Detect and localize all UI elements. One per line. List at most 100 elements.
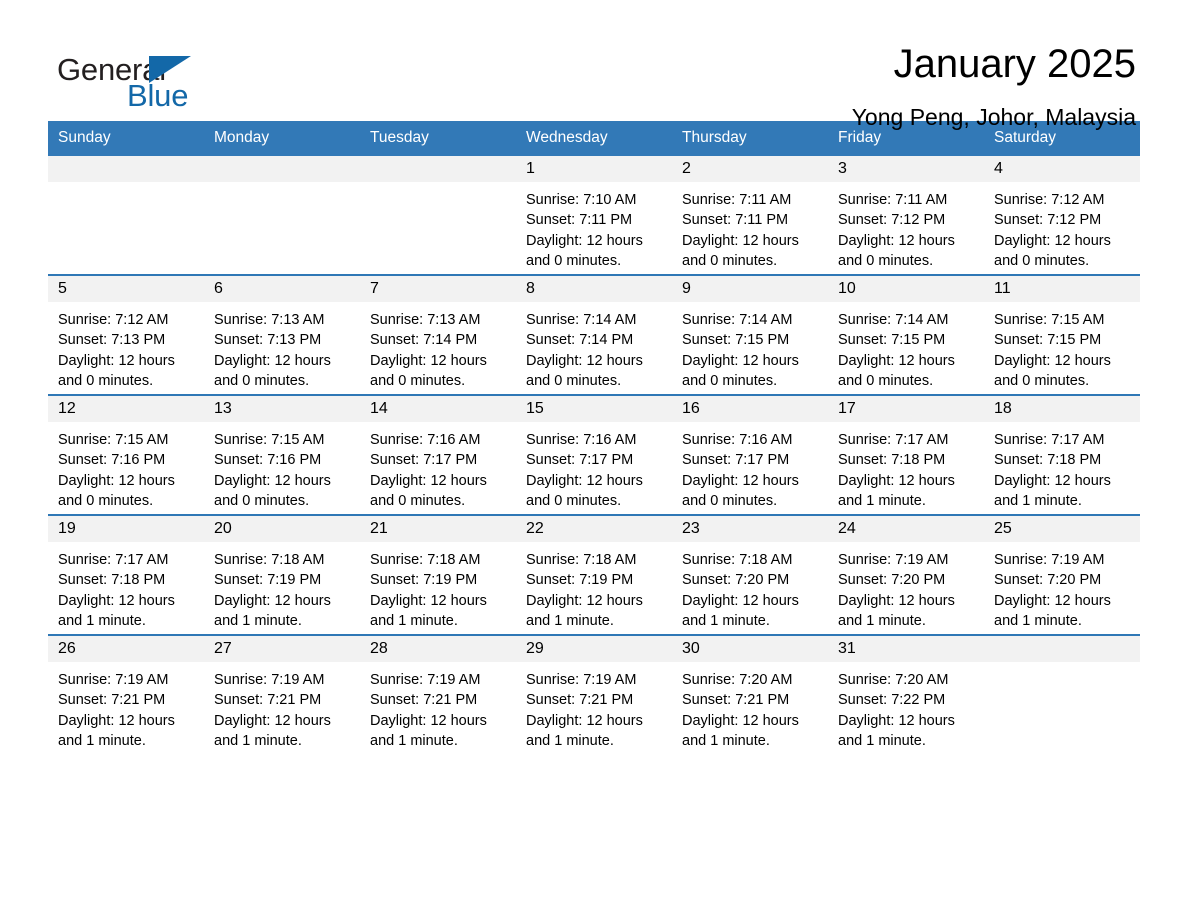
calendar-day-cell[interactable]: 19 Sunrise: 7:17 AM Sunset: 7:18 PM Dayl… [48,514,204,635]
sunrise-text: Sunrise: 7:19 AM [838,552,949,568]
day-number: 9 [672,276,828,302]
daylight-text-line2: and 0 minutes. [370,492,466,509]
calendar-day-cell[interactable]: 30 Sunrise: 7:20 AM Sunset: 7:21 PM Dayl… [672,634,828,754]
daylight-text-line1: Daylight: 12 hours [370,352,487,369]
sunset-text: Sunset: 7:11 PM [682,212,789,229]
sunset-text: Sunset: 7:13 PM [214,332,322,349]
sunset-text: Sunset: 7:17 PM [370,452,478,469]
calendar-day-cell[interactable]: 24 Sunrise: 7:19 AM Sunset: 7:20 PM Dayl… [828,514,984,635]
daylight-text-line2: and 1 minute. [838,492,926,509]
calendar-day-cell[interactable]: 28 Sunrise: 7:19 AM Sunset: 7:21 PM Dayl… [360,634,516,754]
daylight-text-line1: Daylight: 12 hours [370,712,487,729]
calendar-day-cell[interactable]: 26 Sunrise: 7:19 AM Sunset: 7:21 PM Dayl… [48,634,204,754]
sunset-text: Sunset: 7:18 PM [838,452,946,469]
day-details: Sunrise: 7:11 AM Sunset: 7:12 PM Dayligh… [828,182,984,271]
daylight-text-line1: Daylight: 12 hours [838,352,955,369]
day-details: Sunrise: 7:18 AM Sunset: 7:19 PM Dayligh… [204,542,360,631]
sunset-text: Sunset: 7:14 PM [526,332,634,349]
sunrise-text: Sunrise: 7:10 AM [526,192,637,208]
weekday-header-sunday: Sunday [48,121,204,156]
day-details: Sunrise: 7:16 AM Sunset: 7:17 PM Dayligh… [360,422,516,511]
page-header: General Blue January 2025 Yong Peng, Joh… [48,0,1140,129]
calendar-day-cell[interactable]: 4 Sunrise: 7:12 AM Sunset: 7:12 PM Dayli… [984,156,1140,275]
day-details: Sunrise: 7:18 AM Sunset: 7:19 PM Dayligh… [516,542,672,631]
sunrise-text: Sunrise: 7:12 AM [58,312,169,328]
calendar-day-cell [204,156,360,275]
day-number: 27 [204,636,360,662]
calendar-day-cell[interactable]: 9 Sunrise: 7:14 AM Sunset: 7:15 PM Dayli… [672,274,828,395]
calendar-week-row: 1 Sunrise: 7:10 AM Sunset: 7:11 PM Dayli… [48,156,1140,275]
sunrise-text: Sunrise: 7:11 AM [838,192,948,208]
calendar-week-row: 19 Sunrise: 7:17 AM Sunset: 7:18 PM Dayl… [48,514,1140,635]
page-title: January 2025 [893,42,1136,86]
daylight-text-line2: and 1 minute. [58,732,146,749]
daylight-text-line1: Daylight: 12 hours [526,232,643,249]
calendar-day-cell[interactable]: 31 Sunrise: 7:20 AM Sunset: 7:22 PM Dayl… [828,634,984,754]
daylight-text-line1: Daylight: 12 hours [682,352,799,369]
calendar-body: 1 Sunrise: 7:10 AM Sunset: 7:11 PM Dayli… [48,156,1140,754]
calendar-day-cell[interactable]: 10 Sunrise: 7:14 AM Sunset: 7:15 PM Dayl… [828,274,984,395]
sunset-text: Sunset: 7:19 PM [526,572,634,589]
calendar-day-cell[interactable]: 18 Sunrise: 7:17 AM Sunset: 7:18 PM Dayl… [984,394,1140,515]
sunrise-text: Sunrise: 7:13 AM [370,312,481,328]
daylight-text-line1: Daylight: 12 hours [994,472,1111,489]
calendar-day-cell[interactable]: 15 Sunrise: 7:16 AM Sunset: 7:17 PM Dayl… [516,394,672,515]
day-number: 10 [828,276,984,302]
day-details: Sunrise: 7:19 AM Sunset: 7:21 PM Dayligh… [516,662,672,751]
daylight-text-line1: Daylight: 12 hours [214,712,331,729]
sunrise-text: Sunrise: 7:18 AM [682,552,793,568]
calendar-day-cell[interactable]: 5 Sunrise: 7:12 AM Sunset: 7:13 PM Dayli… [48,274,204,395]
calendar-day-cell[interactable]: 14 Sunrise: 7:16 AM Sunset: 7:17 PM Dayl… [360,394,516,515]
daylight-text-line2: and 0 minutes. [370,372,466,389]
calendar-day-cell[interactable]: 21 Sunrise: 7:18 AM Sunset: 7:19 PM Dayl… [360,514,516,635]
day-number: 24 [828,516,984,542]
day-details: Sunrise: 7:12 AM Sunset: 7:12 PM Dayligh… [984,182,1140,271]
calendar-day-cell[interactable]: 6 Sunrise: 7:13 AM Sunset: 7:13 PM Dayli… [204,274,360,395]
day-details: Sunrise: 7:15 AM Sunset: 7:16 PM Dayligh… [48,422,204,511]
calendar-day-cell[interactable]: 17 Sunrise: 7:17 AM Sunset: 7:18 PM Dayl… [828,394,984,515]
calendar-day-cell[interactable]: 8 Sunrise: 7:14 AM Sunset: 7:14 PM Dayli… [516,274,672,395]
calendar-day-cell[interactable]: 22 Sunrise: 7:18 AM Sunset: 7:19 PM Dayl… [516,514,672,635]
day-details: Sunrise: 7:18 AM Sunset: 7:20 PM Dayligh… [672,542,828,631]
calendar-day-cell[interactable]: 13 Sunrise: 7:15 AM Sunset: 7:16 PM Dayl… [204,394,360,515]
calendar-day-cell[interactable]: 29 Sunrise: 7:19 AM Sunset: 7:21 PM Dayl… [516,634,672,754]
daylight-text-line2: and 0 minutes. [526,252,622,269]
daylight-text-line1: Daylight: 12 hours [214,352,331,369]
sunrise-text: Sunrise: 7:14 AM [682,312,793,328]
calendar-day-cell[interactable]: 12 Sunrise: 7:15 AM Sunset: 7:16 PM Dayl… [48,394,204,515]
daylight-text-line2: and 0 minutes. [526,372,622,389]
calendar-day-cell[interactable]: 16 Sunrise: 7:16 AM Sunset: 7:17 PM Dayl… [672,394,828,515]
general-blue-logo[interactable]: General Blue [48,44,198,114]
day-details: Sunrise: 7:17 AM Sunset: 7:18 PM Dayligh… [984,422,1140,511]
calendar-day-cell[interactable]: 20 Sunrise: 7:18 AM Sunset: 7:19 PM Dayl… [204,514,360,635]
calendar-day-cell[interactable]: 11 Sunrise: 7:15 AM Sunset: 7:15 PM Dayl… [984,274,1140,395]
calendar-day-cell[interactable]: 1 Sunrise: 7:10 AM Sunset: 7:11 PM Dayli… [516,156,672,275]
calendar-day-cell[interactable]: 3 Sunrise: 7:11 AM Sunset: 7:12 PM Dayli… [828,156,984,275]
daylight-text-line2: and 0 minutes. [58,492,154,509]
calendar-day-cell[interactable]: 2 Sunrise: 7:11 AM Sunset: 7:11 PM Dayli… [672,156,828,275]
calendar-week-row: 12 Sunrise: 7:15 AM Sunset: 7:16 PM Dayl… [48,394,1140,515]
daylight-text-line1: Daylight: 12 hours [58,592,175,609]
daylight-text-line2: and 0 minutes. [838,252,934,269]
daylight-text-line1: Daylight: 12 hours [214,592,331,609]
calendar-day-cell[interactable]: 23 Sunrise: 7:18 AM Sunset: 7:20 PM Dayl… [672,514,828,635]
day-details: Sunrise: 7:15 AM Sunset: 7:15 PM Dayligh… [984,302,1140,391]
calendar-day-cell[interactable]: 27 Sunrise: 7:19 AM Sunset: 7:21 PM Dayl… [204,634,360,754]
sunrise-text: Sunrise: 7:15 AM [58,432,169,448]
day-details: Sunrise: 7:18 AM Sunset: 7:19 PM Dayligh… [360,542,516,631]
daylight-text-line2: and 1 minute. [526,732,614,749]
daylight-text-line1: Daylight: 12 hours [370,472,487,489]
daylight-text-line2: and 0 minutes. [214,372,310,389]
day-details: Sunrise: 7:20 AM Sunset: 7:22 PM Dayligh… [828,662,984,751]
sunset-text: Sunset: 7:21 PM [526,692,634,709]
daylight-text-line1: Daylight: 12 hours [58,352,175,369]
calendar-day-cell[interactable]: 25 Sunrise: 7:19 AM Sunset: 7:20 PM Dayl… [984,514,1140,635]
sunset-text: Sunset: 7:19 PM [370,572,478,589]
day-number [204,156,360,182]
calendar-day-cell[interactable]: 7 Sunrise: 7:13 AM Sunset: 7:14 PM Dayli… [360,274,516,395]
sunrise-text: Sunrise: 7:17 AM [838,432,949,448]
sunrise-text: Sunrise: 7:15 AM [994,312,1105,328]
daylight-text-line2: and 0 minutes. [682,252,778,269]
day-number: 17 [828,396,984,422]
logo-text-blue: Blue [127,78,189,113]
